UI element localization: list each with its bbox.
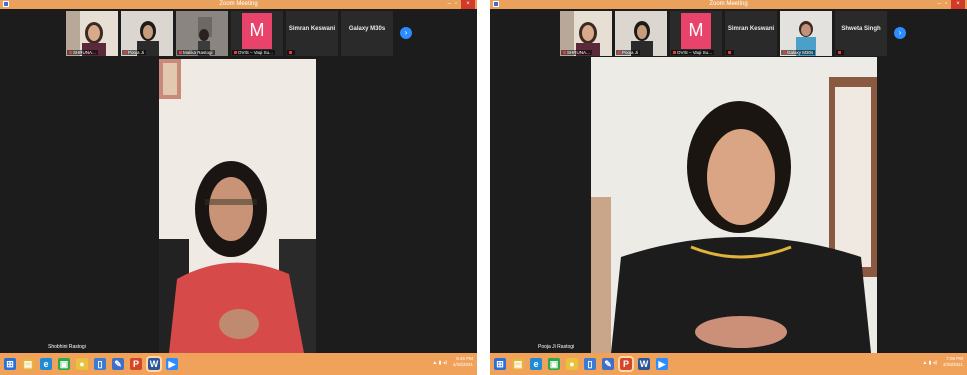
- participant-tile[interactable]: SHRUNA...: [66, 11, 118, 56]
- mic-muted-icon: [289, 51, 292, 55]
- participant-tile[interactable]: Simran Keswani: [725, 11, 777, 56]
- mic-muted-icon: [838, 51, 841, 55]
- title-bar: Zoom Meeting – ▫ ×: [490, 0, 967, 9]
- participant-name: Malika Rastogi: [183, 50, 213, 55]
- explorer-icon[interactable]: ▤: [22, 358, 34, 370]
- mic-muted-icon: [563, 51, 566, 55]
- avatar-letter: M: [681, 12, 711, 49]
- participant-name: Pooja Ji: [622, 50, 639, 55]
- participant-strip: SHRUNA... Pooja Ji M OVIS – Vaqi Su... S…: [560, 11, 906, 56]
- chrome-icon[interactable]: ●: [76, 358, 88, 370]
- participant-tile[interactable]: Galaxy M30s: [780, 11, 832, 56]
- participant-tile[interactable]: Malika Rastogi: [176, 11, 228, 56]
- participant-name: OVIS – Vaqi Su...: [238, 50, 273, 55]
- participant-tile[interactable]: SHRUNA...: [560, 11, 612, 56]
- participant-name: SHRUNA...: [73, 50, 96, 55]
- close-icon[interactable]: ×: [951, 0, 965, 9]
- participant-name: Galaxy M30s: [787, 50, 814, 55]
- participant-tile[interactable]: M OVIS – Vaqi Su...: [231, 11, 283, 56]
- zoom-icon[interactable]: ▶: [166, 358, 178, 370]
- participant-name: Galaxy M30s: [348, 26, 386, 32]
- file-icon[interactable]: ▯: [94, 358, 106, 370]
- meeting-stage: SHRUNA... Pooja Ji Malika Rastogi M OVIS…: [0, 9, 477, 353]
- file-icon[interactable]: ▯: [584, 358, 596, 370]
- tray-icons[interactable]: ▲ ▮ ◂): [922, 360, 937, 366]
- maximize-icon[interactable]: ▫: [945, 0, 947, 9]
- mic-muted-icon: [618, 51, 621, 55]
- ie-icon[interactable]: e: [40, 358, 52, 370]
- powerpoint-icon[interactable]: P: [618, 356, 634, 372]
- mic-muted-icon: [728, 51, 731, 55]
- participant-tile[interactable]: Simran Keswani: [286, 11, 338, 56]
- participant-name: Shweta Singh: [841, 26, 881, 32]
- zoom-window-left: Zoom Meeting – ▫ × SHRUNA... Pooja Ji Ma…: [0, 0, 477, 375]
- participant-name: SHRUNA...: [567, 50, 590, 55]
- avatar-letter: M: [242, 12, 272, 49]
- speaker-name-label: Pooja Ji Rastogi: [538, 344, 575, 350]
- mic-muted-icon: [234, 51, 237, 55]
- start-icon[interactable]: ⊞: [4, 358, 16, 370]
- next-page-button[interactable]: ›: [894, 27, 906, 39]
- explorer-icon[interactable]: ▤: [512, 358, 524, 370]
- tray-date: 4/28/2021: [942, 362, 963, 367]
- store-icon[interactable]: ▣: [58, 358, 70, 370]
- zoom-window-right: Zoom Meeting – ▫ × SHRUNA... Pooja Ji M …: [490, 0, 967, 375]
- participant-tile[interactable]: Galaxy M30s: [341, 11, 393, 56]
- meeting-stage: SHRUNA... Pooja Ji M OVIS – Vaqi Su... S…: [490, 9, 967, 353]
- mic-muted-icon: [673, 51, 676, 55]
- pen-icon[interactable]: ✎: [112, 358, 124, 370]
- participant-strip: SHRUNA... Pooja Ji Malika Rastogi M OVIS…: [66, 11, 412, 56]
- word-icon[interactable]: W: [146, 356, 162, 372]
- mic-muted-icon: [124, 51, 127, 55]
- active-speaker-video: [159, 59, 316, 353]
- participant-name: Simran Keswani: [288, 26, 336, 32]
- maximize-icon[interactable]: ▫: [455, 0, 457, 9]
- minimize-icon[interactable]: –: [448, 0, 451, 9]
- tray-icons[interactable]: ▲ ▮ ◂): [432, 360, 447, 366]
- chrome-icon[interactable]: ●: [566, 358, 578, 370]
- mic-muted-icon: [179, 51, 182, 55]
- participant-tile[interactable]: Shweta Singh: [835, 11, 887, 56]
- mic-muted-icon: [69, 51, 72, 55]
- participant-name: Simran Keswani: [727, 26, 775, 32]
- next-page-button[interactable]: ›: [400, 27, 412, 39]
- tray-date: 4/28/2021: [452, 362, 473, 367]
- pen-icon[interactable]: ✎: [602, 358, 614, 370]
- ie-icon[interactable]: e: [530, 358, 542, 370]
- speaker-name-label: Shobhini Rastogi: [48, 344, 86, 350]
- participant-tile[interactable]: Pooja Ji: [615, 11, 667, 56]
- start-icon[interactable]: ⊞: [494, 358, 506, 370]
- participant-tile[interactable]: M OVIS – Vaqi Su...: [670, 11, 722, 56]
- window-title: Zoom Meeting: [219, 1, 258, 7]
- mic-muted-icon: [783, 51, 786, 55]
- windows-taskbar: ⊞ ▤ e ▣ ● ▯ ✎ P W ▶ ▲ ▮ ◂) 6:45 PM 4/28/…: [0, 353, 477, 375]
- window-title: Zoom Meeting: [709, 1, 748, 7]
- active-speaker-video: [591, 57, 877, 353]
- store-icon[interactable]: ▣: [548, 358, 560, 370]
- minimize-icon[interactable]: –: [938, 0, 941, 9]
- system-tray: ▲ ▮ ◂) 6:45 PM 4/28/2021: [432, 356, 473, 368]
- participant-tile[interactable]: Pooja Ji: [121, 11, 173, 56]
- windows-taskbar: ⊞ ▤ e ▣ ● ▯ ✎ P W ▶ ▲ ▮ ◂) 7:06 PM 4/28/…: [490, 353, 967, 375]
- participant-name: OVIS – Vaqi Su...: [677, 50, 712, 55]
- word-icon[interactable]: W: [638, 358, 650, 370]
- title-bar: Zoom Meeting – ▫ ×: [0, 0, 477, 9]
- participant-name: Pooja Ji: [128, 50, 145, 55]
- powerpoint-icon[interactable]: P: [130, 358, 142, 370]
- zoom-icon[interactable]: ▶: [656, 358, 668, 370]
- system-tray: ▲ ▮ ◂) 7:06 PM 4/28/2021: [922, 356, 963, 368]
- close-icon[interactable]: ×: [461, 0, 475, 9]
